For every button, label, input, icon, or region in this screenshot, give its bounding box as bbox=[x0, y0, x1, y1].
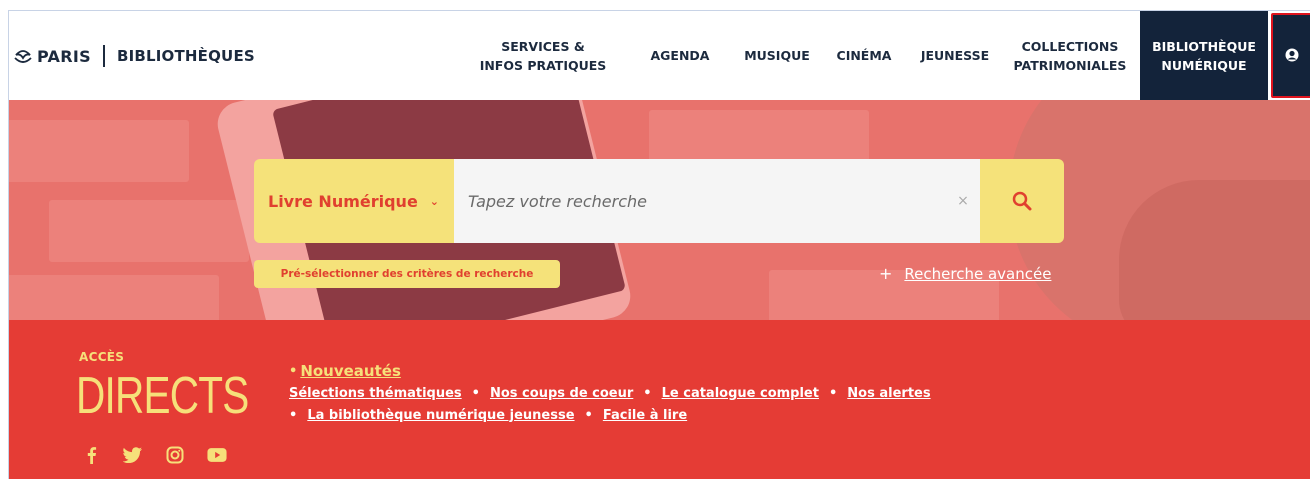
nav-services[interactable]: SERVICES & INFOS PRATIQUES bbox=[467, 11, 619, 100]
clear-search-button[interactable]: × bbox=[946, 159, 980, 243]
search-button[interactable] bbox=[980, 159, 1064, 243]
user-icon bbox=[1285, 48, 1299, 61]
instagram-icon bbox=[166, 446, 184, 464]
bullet: • bbox=[471, 385, 480, 401]
bullet: • bbox=[584, 407, 593, 423]
link-selections-thematiques[interactable]: Sélections thématiques bbox=[289, 386, 462, 401]
bullet: • bbox=[289, 363, 298, 379]
quick-links-row-1: • Nouveautés bbox=[289, 360, 931, 382]
nav-jeunesse[interactable]: JEUNESSE bbox=[909, 11, 1001, 100]
link-bibliotheque-jeunesse[interactable]: La bibliothèque numérique jeunesse bbox=[307, 408, 574, 423]
bullet: • bbox=[828, 385, 838, 401]
twitter-link[interactable] bbox=[123, 445, 143, 465]
advanced-search-link[interactable]: + Recherche avancée bbox=[879, 264, 1051, 283]
youtube-icon bbox=[207, 448, 227, 462]
access-heading-big: DIRECTS bbox=[76, 367, 249, 425]
background-sleeve bbox=[1119, 180, 1310, 320]
instagram-link[interactable] bbox=[165, 445, 185, 465]
access-heading-small: ACCÈS bbox=[79, 350, 125, 364]
site-logo[interactable]: PARIS BIBLIOTHÈQUES bbox=[13, 45, 255, 67]
bullet: • bbox=[289, 407, 298, 423]
quick-links: • Nouveautés Sélections thématiques • No… bbox=[289, 360, 931, 426]
facebook-link[interactable] bbox=[81, 445, 101, 465]
search-input[interactable] bbox=[454, 159, 946, 243]
logo-bibliotheques-text: BIBLIOTHÈQUES bbox=[116, 47, 255, 65]
search-bar: Livre Numérique ⌄ × bbox=[254, 159, 1064, 243]
twitter-icon bbox=[123, 447, 142, 463]
link-catalogue-complet[interactable]: Le catalogue complet bbox=[662, 386, 819, 401]
background-brick bbox=[9, 120, 189, 182]
nav-bibliotheque-numerique[interactable]: BIBLIOTHÈQUE NUMÉRIQUE bbox=[1140, 11, 1268, 100]
nav-cinema[interactable]: CINÉMA bbox=[823, 11, 905, 100]
link-facile-a-lire[interactable]: Facile à lire bbox=[603, 408, 687, 423]
chevron-down-icon: ⌄ bbox=[429, 194, 440, 208]
logo-paris-text: PARIS bbox=[37, 46, 91, 66]
youtube-link[interactable] bbox=[207, 445, 227, 465]
link-coups-de-coeur[interactable]: Nos coups de coeur bbox=[490, 386, 633, 401]
close-icon: × bbox=[957, 193, 969, 209]
nav-collections-patrimoniales[interactable]: COLLECTIONS PATRIMONIALES bbox=[1003, 11, 1137, 100]
bullet: • bbox=[643, 385, 652, 401]
link-nouveautes[interactable]: Nouveautés bbox=[300, 362, 401, 380]
search-type-dropdown[interactable]: Livre Numérique ⌄ bbox=[254, 159, 454, 243]
quick-links-row-3: • La bibliothèque numérique jeunesse • F… bbox=[289, 404, 931, 426]
hero-banner: Livre Numérique ⌄ × Pré-sélectionner des… bbox=[9, 100, 1310, 320]
advanced-search-label: Recherche avancée bbox=[904, 264, 1052, 283]
background-brick bbox=[49, 200, 249, 262]
account-button[interactable] bbox=[1271, 13, 1310, 98]
paris-ship-icon bbox=[14, 50, 32, 63]
browser-page: PARIS BIBLIOTHÈQUES SERVICES & INFOS PRAT… bbox=[8, 10, 1310, 479]
search-type-label: Livre Numérique bbox=[268, 191, 418, 211]
social-links bbox=[81, 445, 227, 465]
facebook-icon bbox=[87, 447, 97, 464]
quick-access-section: ACCÈS DIRECTS • Nouveautés Sélections th… bbox=[9, 320, 1310, 479]
logo-divider bbox=[102, 45, 105, 67]
preselect-criteria-button[interactable]: Pré-sélectionner des critères de recherc… bbox=[254, 260, 560, 288]
link-nos-alertes[interactable]: Nos alertes bbox=[847, 386, 930, 401]
quick-links-row-2: Sélections thématiques • Nos coups de co… bbox=[289, 382, 931, 404]
nav-musique[interactable]: MUSIQUE bbox=[729, 11, 825, 100]
site-header: PARIS BIBLIOTHÈQUES SERVICES & INFOS PRAT… bbox=[9, 11, 1310, 100]
search-icon bbox=[1012, 191, 1032, 211]
plus-icon: + bbox=[879, 264, 893, 283]
nav-agenda[interactable]: AGENDA bbox=[637, 11, 723, 100]
background-brick bbox=[9, 275, 219, 320]
